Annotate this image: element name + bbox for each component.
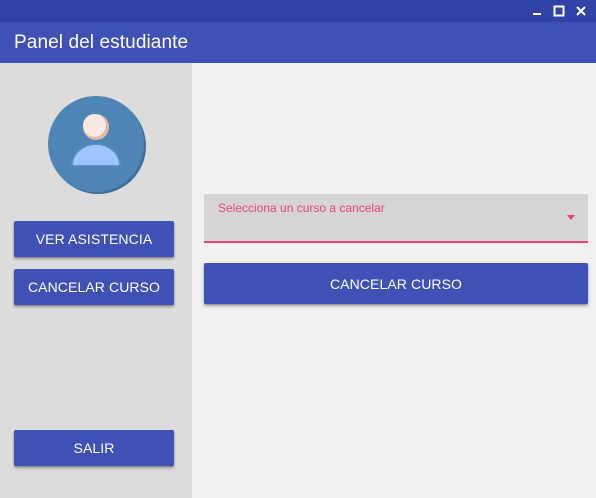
maximize-icon[interactable] — [548, 0, 570, 22]
sidebar: VER ASISTENCIA CANCELAR CURSO SALIR — [0, 63, 192, 498]
cancelar-curso-button[interactable]: CANCELAR CURSO — [204, 263, 588, 304]
chevron-down-icon[interactable] — [567, 215, 575, 220]
app-bar: Panel del estudiante — [0, 22, 596, 63]
main-panel: Selecciona un curso a cancelar CANCELAR … — [192, 63, 596, 498]
user-avatar-icon — [47, 95, 147, 195]
sidebar-cancelar-curso-button[interactable]: CANCELAR CURSO — [14, 269, 174, 305]
salir-button[interactable]: SALIR — [14, 430, 174, 466]
page-title: Panel del estudiante — [14, 32, 189, 53]
minimize-icon[interactable] — [526, 0, 548, 22]
window-controls — [526, 0, 592, 22]
course-select[interactable]: Selecciona un curso a cancelar — [204, 194, 588, 243]
window-title-bar — [0, 0, 596, 22]
course-select-label: Selecciona un curso a cancelar — [218, 201, 385, 215]
close-icon[interactable] — [570, 0, 592, 22]
ver-asistencia-button[interactable]: VER ASISTENCIA — [14, 221, 174, 257]
